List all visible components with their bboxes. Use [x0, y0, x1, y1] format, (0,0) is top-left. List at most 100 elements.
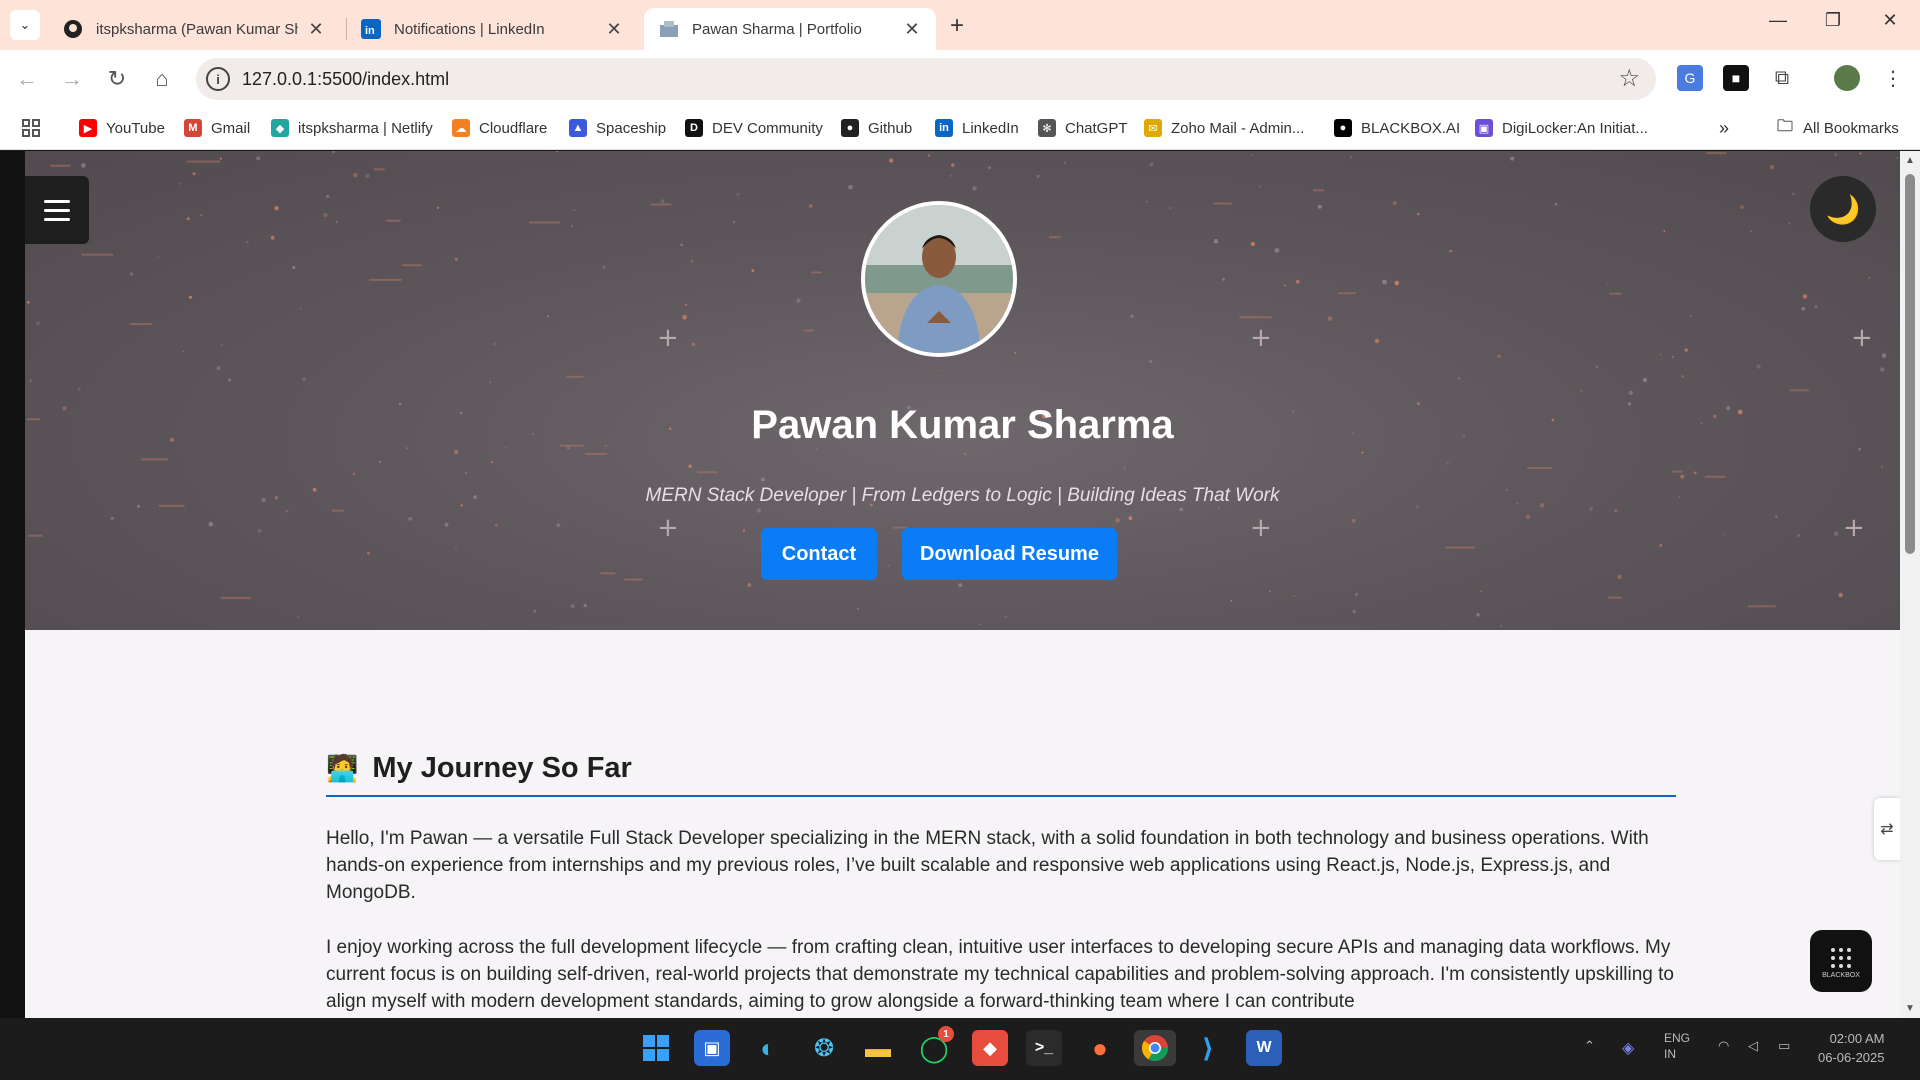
whatsapp-icon[interactable]: ◯ 1: [916, 1026, 954, 1066]
particle-dot: [335, 221, 338, 224]
particle-dot: [1788, 222, 1791, 225]
site-info-icon[interactable]: i: [206, 67, 230, 91]
bookmark-item[interactable]: ● Github: [841, 114, 912, 142]
bookmark-item[interactable]: ☁ Cloudflare: [452, 114, 547, 142]
word-icon[interactable]: W: [1246, 1030, 1282, 1066]
profile-avatar-icon[interactable]: [1834, 65, 1860, 91]
bookmark-item[interactable]: ▶ YouTube: [79, 114, 165, 142]
kebab-menu-icon[interactable]: ⋮: [1880, 65, 1906, 91]
address-bar[interactable]: i 127.0.0.1:5500/index.html ☆: [196, 58, 1656, 100]
particle-dot: [1500, 624, 1503, 627]
firefox-icon[interactable]: ●: [1082, 1030, 1118, 1066]
page-scrollbar[interactable]: ▲ ▼: [1900, 151, 1920, 1018]
theme-toggle-button[interactable]: 🌙: [1810, 176, 1876, 242]
tray-overflow-chevron-icon[interactable]: ⌃: [1584, 1038, 1595, 1054]
particle-dot: [1361, 451, 1364, 454]
particle-dot: [454, 547, 457, 550]
hamburger-menu-button[interactable]: [25, 176, 89, 244]
close-window-button[interactable]: ✕: [1875, 10, 1905, 31]
scroll-up-arrow-icon[interactable]: ▲: [1905, 155, 1915, 166]
particle-dot: [1510, 156, 1515, 161]
particle-dot: [1881, 353, 1887, 358]
new-tab-button[interactable]: +: [950, 12, 964, 40]
bookmark-item[interactable]: ● BLACKBOX.AI: [1334, 114, 1460, 142]
blackbox-logo-icon: [1831, 947, 1851, 968]
reload-button[interactable]: ↻: [102, 64, 132, 94]
system-clock[interactable]: 02:00 AM 06-06-2025: [1818, 1029, 1885, 1067]
windows-start-icon[interactable]: [638, 1030, 674, 1066]
wifi-icon[interactable]: ◠: [1718, 1038, 1729, 1054]
edge-browser-icon[interactable]: ◐: [750, 1030, 786, 1066]
scrollbar-thumb[interactable]: [1905, 174, 1915, 554]
close-tab-icon[interactable]: ✕: [306, 19, 326, 40]
bookmark-favicon-icon: ☁: [452, 119, 470, 137]
vscode-icon[interactable]: ⟩: [1190, 1030, 1226, 1066]
particle-dot: [1554, 202, 1558, 206]
particle-dot: [1476, 612, 1480, 617]
copilot-icon[interactable]: ❂: [806, 1030, 842, 1066]
anydesk-icon[interactable]: ◆: [972, 1030, 1008, 1066]
bookmark-item[interactable]: D DEV Community: [685, 114, 823, 142]
apps-grid-icon[interactable]: [22, 114, 40, 142]
particle-streak: [1049, 236, 1061, 239]
bookmark-item[interactable]: ✻ ChatGPT: [1038, 114, 1128, 142]
translate-extension-icon[interactable]: G: [1677, 65, 1703, 91]
terminal-icon[interactable]: >_: [1026, 1030, 1062, 1066]
scroll-down-arrow-icon[interactable]: ▼: [1905, 1003, 1915, 1014]
particle-dot: [182, 350, 185, 353]
bookmark-item[interactable]: ◆ itspksharma | Netlify: [271, 114, 433, 142]
all-bookmarks-button[interactable]: 🗀 All Bookmarks: [1776, 114, 1899, 142]
portfolio-icon: [658, 18, 680, 40]
sparkle-cross-icon: +: [1843, 513, 1865, 543]
extensions-puzzle-icon[interactable]: ⧉: [1769, 65, 1795, 91]
volume-icon[interactable]: ◁: [1748, 1038, 1758, 1054]
bookmark-star-icon[interactable]: ☆: [1618, 64, 1640, 93]
tab-portfolio[interactable]: Pawan Sharma | Portfolio ✕: [644, 8, 936, 50]
language-code: ENG: [1664, 1031, 1691, 1045]
particle-dot: [1457, 376, 1461, 380]
side-panel-toggle-icon[interactable]: ⇄: [1874, 798, 1900, 860]
restore-button[interactable]: ❐: [1818, 10, 1848, 31]
particle-dot: [1740, 205, 1744, 210]
particle-dot: [1750, 230, 1753, 233]
particle-dot: [1349, 156, 1353, 159]
particle-streak: [1672, 470, 1683, 473]
particle-dot: [1689, 314, 1692, 318]
back-button[interactable]: ←: [12, 64, 42, 94]
contact-button[interactable]: Contact: [761, 528, 877, 580]
particle-dot: [454, 257, 458, 261]
bookmark-item[interactable]: ▲ Spaceship: [569, 114, 666, 142]
particle-dot: [1351, 518, 1356, 523]
battery-icon[interactable]: ▭: [1778, 1038, 1790, 1054]
bookmark-item[interactable]: M Gmail: [184, 114, 250, 142]
language-indicator[interactable]: ENG IN: [1664, 1030, 1690, 1062]
teams-icon[interactable]: ◈: [1622, 1038, 1634, 1058]
particle-dot: [1606, 283, 1609, 286]
minimize-button[interactable]: —: [1763, 10, 1793, 31]
tab-github[interactable]: itspksharma (Pawan Kumar Sha ✕: [48, 8, 340, 50]
blackbox-widget-button[interactable]: BLACKBOX: [1810, 930, 1872, 992]
tab-search-button[interactable]: ⌄: [10, 10, 40, 40]
bookmark-favicon-icon: ▶: [79, 119, 97, 137]
particle-dot: [292, 265, 296, 269]
microsoft-store-icon[interactable]: ▣: [694, 1030, 730, 1066]
journey-section: 🧑‍💻 My Journey So Far Hello, I'm Pawan —…: [326, 752, 1676, 1015]
blackbox-extension-icon[interactable]: ■: [1723, 65, 1749, 91]
particle-dot: [36, 321, 40, 325]
file-explorer-icon[interactable]: ▬: [860, 1030, 896, 1066]
particle-dot: [219, 157, 222, 160]
close-tab-icon[interactable]: ✕: [604, 19, 624, 40]
more-bookmarks-chevron-icon[interactable]: »: [1719, 114, 1729, 142]
bookmark-item[interactable]: ✉ Zoho Mail - Admin...: [1144, 114, 1304, 142]
bookmark-item[interactable]: in LinkedIn: [935, 114, 1019, 142]
close-tab-icon[interactable]: ✕: [902, 19, 922, 40]
particle-streak: [811, 271, 822, 274]
bookmark-item[interactable]: ▣ DigiLocker:An Initiat...: [1475, 114, 1648, 142]
tab-linkedin[interactable]: in Notifications | LinkedIn ✕: [346, 8, 638, 50]
forward-button[interactable]: →: [57, 64, 87, 94]
download-resume-button[interactable]: Download Resume: [902, 528, 1117, 580]
clock-time: 02:00 AM: [1829, 1031, 1885, 1046]
chrome-icon[interactable]: [1134, 1030, 1176, 1066]
home-button[interactable]: ⌂: [147, 64, 177, 94]
particle-dot: [979, 623, 981, 625]
